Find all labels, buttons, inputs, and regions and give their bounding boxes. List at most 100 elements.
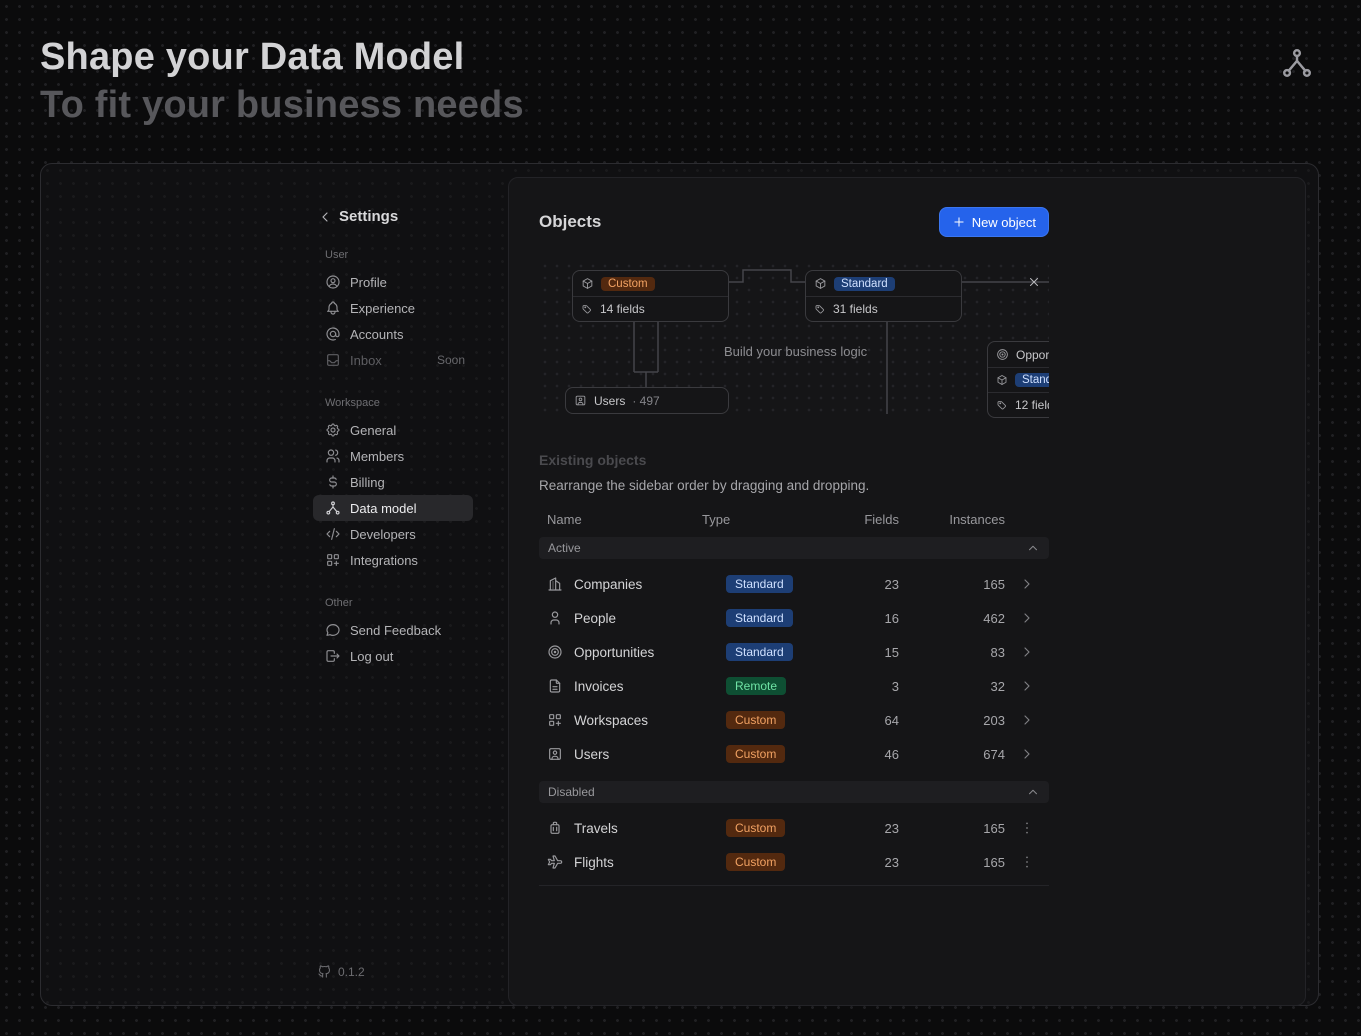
- chevron-right-icon[interactable]: [1019, 576, 1035, 592]
- sidebar-item-label: Members: [350, 449, 404, 464]
- object-name: Travels: [574, 821, 618, 836]
- sidebar-item-billing[interactable]: Billing: [313, 469, 473, 495]
- column-instances: Instances: [899, 512, 1005, 527]
- group-label: Disabled: [548, 785, 595, 799]
- fields-count: 46: [826, 747, 899, 762]
- sidebar-item-general[interactable]: General: [313, 417, 473, 443]
- bell-icon: [325, 300, 341, 316]
- chevron-right-icon[interactable]: [1019, 678, 1035, 694]
- gear-icon: [325, 422, 341, 438]
- object-icon: [814, 277, 827, 290]
- sidebar-item-label: Send Feedback: [350, 623, 441, 638]
- sidebar-item-members[interactable]: Members: [313, 443, 473, 469]
- sidebar-item-inbox[interactable]: InboxSoon: [313, 347, 473, 373]
- type-badge: Remote: [726, 677, 786, 695]
- fields-count: 31 fields: [833, 302, 878, 316]
- sidebar-item-log-out[interactable]: Log out: [313, 643, 473, 669]
- object-row-travels[interactable]: TravelsCustom23165: [539, 811, 1049, 845]
- github-icon: [317, 964, 332, 979]
- sidebar-item-data-model[interactable]: Data model: [313, 495, 473, 521]
- dots-vertical-icon[interactable]: [1019, 854, 1035, 870]
- object-row-invoices[interactable]: InvoicesRemote332: [539, 669, 1049, 703]
- user-circle-icon: [325, 274, 341, 290]
- sidebar-item-integrations[interactable]: Integrations: [313, 547, 473, 573]
- instances-count: 32: [899, 679, 1005, 694]
- group-header-active[interactable]: Active: [539, 537, 1049, 559]
- fields-count: 23: [826, 577, 899, 592]
- chevron-up-icon: [1026, 785, 1040, 799]
- object-row-people[interactable]: PeopleStandard16462: [539, 601, 1049, 635]
- group-header-disabled[interactable]: Disabled: [539, 781, 1049, 803]
- sidebar-item-profile[interactable]: Profile: [313, 269, 473, 295]
- settings-sidebar: Settings User Profile Experience Accounts In…: [313, 164, 473, 1005]
- node-count: · 497: [632, 394, 659, 408]
- settings-back-button[interactable]: Settings: [317, 208, 473, 225]
- file-icon: [547, 678, 563, 694]
- objects-table: ActiveCompaniesStandard23165PeopleStanda…: [539, 537, 1049, 879]
- tag-icon: [996, 399, 1008, 411]
- sidebar-item-send-feedback[interactable]: Send Feedback: [313, 617, 473, 643]
- fields-count: 15: [826, 645, 899, 660]
- object-row-opportunities[interactable]: OpportunitiesStandard1583: [539, 635, 1049, 669]
- data-model-icon: [325, 500, 341, 516]
- chevron-right-icon[interactable]: [1019, 746, 1035, 762]
- type-badge: Custom: [601, 277, 655, 291]
- chevron-right-icon[interactable]: [1019, 712, 1035, 728]
- diagram-node-opportunities[interactable]: Opportunities Standard 12 fields: [987, 341, 1049, 418]
- fields-count: 23: [826, 821, 899, 836]
- existing-objects-heading: Existing objects: [539, 452, 1049, 468]
- sidebar-item-label: Accounts: [350, 327, 403, 342]
- dots-vertical-icon[interactable]: [1019, 820, 1035, 836]
- node-label: Opportunities: [1016, 348, 1049, 362]
- close-icon[interactable]: [1027, 275, 1041, 289]
- apps-icon: [325, 552, 341, 568]
- group-label: Active: [548, 541, 581, 555]
- new-object-label: New object: [972, 215, 1036, 230]
- object-row-workspaces[interactable]: WorkspacesCustom64203: [539, 703, 1049, 737]
- fields-count: 64: [826, 713, 899, 728]
- inbox-icon: [325, 352, 341, 368]
- diagram-node-users[interactable]: Users · 497: [565, 387, 729, 414]
- table-divider: [539, 885, 1049, 886]
- object-name: Invoices: [574, 679, 624, 694]
- user-square-icon: [547, 746, 563, 762]
- type-badge: Standard: [726, 575, 793, 593]
- sidebar-item-experience[interactable]: Experience: [313, 295, 473, 321]
- soon-badge: Soon: [437, 353, 465, 367]
- object-row-flights[interactable]: FlightsCustom23165: [539, 845, 1049, 879]
- tag-icon: [581, 303, 593, 315]
- sidebar-item-label: Log out: [350, 649, 393, 664]
- diagram-node-standard[interactable]: Standard 31 fields: [805, 270, 962, 322]
- diagram-node-custom[interactable]: Custom 14 fields: [572, 270, 729, 322]
- object-icon: [996, 374, 1008, 386]
- chevron-right-icon[interactable]: [1019, 610, 1035, 626]
- nav-section-label: User: [325, 249, 473, 261]
- object-name: Companies: [574, 577, 642, 592]
- new-object-button[interactable]: New object: [939, 207, 1049, 237]
- object-name: Workspaces: [574, 713, 648, 728]
- building-icon: [547, 576, 563, 592]
- page-subtitle: To fit your business needs: [40, 84, 524, 127]
- object-row-users[interactable]: UsersCustom46674: [539, 737, 1049, 771]
- chevron-right-icon[interactable]: [1019, 644, 1035, 660]
- app-version: 0.1.2: [317, 964, 365, 979]
- chevron-up-icon: [1026, 541, 1040, 555]
- column-fields: Fields: [826, 512, 899, 527]
- version-label: 0.1.2: [338, 965, 365, 979]
- at-icon: [325, 326, 341, 342]
- fields-count: 12 fields: [1015, 398, 1049, 412]
- sidebar-item-label: Billing: [350, 475, 385, 490]
- sidebar-item-developers[interactable]: Developers: [313, 521, 473, 547]
- fields-count: 14 fields: [600, 302, 645, 316]
- data-model-icon: [1280, 46, 1314, 80]
- type-badge: Standard: [726, 643, 793, 661]
- sidebar-item-label: Experience: [350, 301, 415, 316]
- object-row-companies[interactable]: CompaniesStandard23165: [539, 567, 1049, 601]
- diagram-caption: Build your business logic: [724, 344, 867, 359]
- type-badge: Custom: [726, 819, 785, 837]
- message-icon: [325, 622, 341, 638]
- target-icon: [996, 348, 1009, 361]
- plus-icon: [952, 215, 966, 229]
- sidebar-item-accounts[interactable]: Accounts: [313, 321, 473, 347]
- logout-icon: [325, 648, 341, 664]
